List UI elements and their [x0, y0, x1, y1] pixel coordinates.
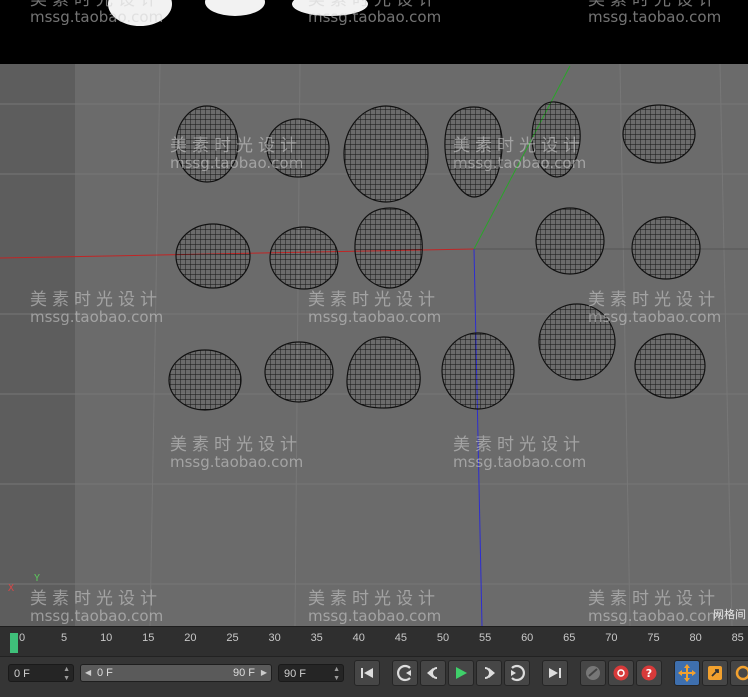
ruler-tick-label: 65 [563, 632, 576, 644]
autokey-icon [613, 665, 629, 681]
ruler-tick-label: 55 [478, 632, 492, 644]
pebble-object [444, 106, 503, 198]
ruler-tick-label: 0 [18, 632, 26, 644]
pebble-object [535, 207, 605, 275]
go-to-start-button[interactable] [354, 660, 380, 686]
viewport-canvas[interactable] [0, 64, 748, 626]
ruler-tick-label: 30 [268, 632, 281, 644]
ruler-tick-label: 85 [731, 632, 744, 644]
pebble-object [441, 332, 515, 410]
range-right-arrow-icon[interactable]: ▶ [261, 665, 267, 681]
pebble-object [631, 216, 701, 280]
previous-key-button[interactable] [392, 660, 418, 686]
previous-key-icon [397, 664, 411, 682]
pebble-object [346, 336, 421, 409]
current-frame-field[interactable]: 0 F ▲ ▼ [8, 664, 74, 682]
range-left-arrow-icon[interactable]: ◀ [85, 665, 91, 681]
3d-viewport[interactable]: 美素时光设计 mssg.taobao.com 美素时光设计 mssg.taoba… [0, 64, 748, 626]
timeline-ruler[interactable]: 0 5 10 15 20 25 30 35 40 45 50 55 60 65 70 75 80 85 [0, 626, 748, 657]
frame-range-slider[interactable]: ◀ 0 F 90 F ▶ [80, 664, 272, 682]
rotate-key-icon [735, 665, 748, 681]
side-panel-band [0, 64, 75, 626]
ruler-tick-label: 15 [142, 632, 155, 644]
ruler-tick-label: 35 [310, 632, 323, 644]
keyframe-selection-icon: ? [641, 665, 657, 681]
pebble-object [343, 105, 429, 203]
current-frame-value: 0 F [14, 668, 30, 680]
viewport-corner-label: 网格间 [713, 609, 746, 621]
max-frame-field[interactable]: 90 F ▲ ▼ [278, 664, 344, 682]
ruler-tick-label: 10 [100, 632, 113, 644]
pebble-object [168, 349, 242, 411]
pebble-object [354, 207, 423, 289]
preview-shapes [108, 0, 368, 26]
pebble-object [175, 105, 239, 183]
autokey-button[interactable] [608, 660, 634, 686]
ruler-tick-label: 25 [226, 632, 239, 644]
play-icon [456, 667, 467, 679]
go-to-start-icon [361, 668, 373, 678]
pebble-object [264, 341, 334, 403]
pebble-object [622, 104, 696, 164]
ruler-tick-label: 70 [605, 632, 618, 644]
spinner-icon[interactable]: ▲ ▼ [333, 665, 340, 683]
playback-controls: 0 F ▲ ▼ ◀ 0 F 90 F ▶ 90 F ▲ ▼ ? [0, 656, 748, 697]
ruler-tick-label: 50 [436, 632, 450, 644]
top-preview-strip: 美素时光设计 mssg.taobao.com 美素时光设计 mssg.taoba… [0, 0, 748, 64]
next-key-button[interactable] [504, 660, 530, 686]
record-keys-icon [586, 666, 600, 680]
pebble-object [269, 226, 339, 290]
move-key-button[interactable] [674, 660, 700, 686]
next-key-icon [511, 664, 525, 682]
range-end-value: 90 F [232, 667, 255, 679]
axis-x-label: X [8, 583, 15, 594]
play-button[interactable] [448, 660, 474, 686]
keyframe-selection-button[interactable]: ? [636, 660, 662, 686]
go-to-end-icon [549, 668, 561, 678]
z-axis-line [473, 248, 483, 626]
pebble-object [538, 303, 616, 381]
next-frame-icon [484, 667, 495, 679]
pebble-object [634, 333, 706, 399]
pebble-object [266, 118, 330, 178]
scale-key-icon [708, 666, 722, 680]
ruler-tick-label: 80 [689, 632, 702, 644]
ruler-tick-label: 45 [394, 632, 408, 644]
move-key-icon [678, 664, 696, 682]
ruler-tick-label: 40 [352, 632, 365, 644]
previous-frame-button[interactable] [420, 660, 446, 686]
ruler-tick-label: 60 [521, 632, 534, 644]
go-to-end-button[interactable] [542, 660, 568, 686]
wireframe-objects[interactable] [168, 101, 706, 411]
range-start-value: 0 F [97, 667, 113, 679]
timeline-playhead[interactable] [10, 633, 18, 653]
spinner-icon[interactable]: ▲ ▼ [63, 665, 70, 683]
record-keys-button[interactable] [580, 660, 606, 686]
pebble-object [175, 223, 251, 289]
ruler-tick-label: 75 [647, 632, 660, 644]
ruler-tick-label: 5 [61, 632, 68, 644]
previous-frame-icon [427, 667, 438, 679]
svg-text:?: ? [646, 667, 652, 680]
rotate-key-button[interactable] [730, 660, 748, 686]
pebble-object [531, 101, 581, 178]
next-frame-button[interactable] [476, 660, 502, 686]
max-frame-value: 90 F [284, 668, 307, 680]
scale-key-button[interactable] [702, 660, 728, 686]
axis-y-label: Y [34, 573, 41, 584]
ruler-tick-label: 20 [184, 632, 197, 644]
